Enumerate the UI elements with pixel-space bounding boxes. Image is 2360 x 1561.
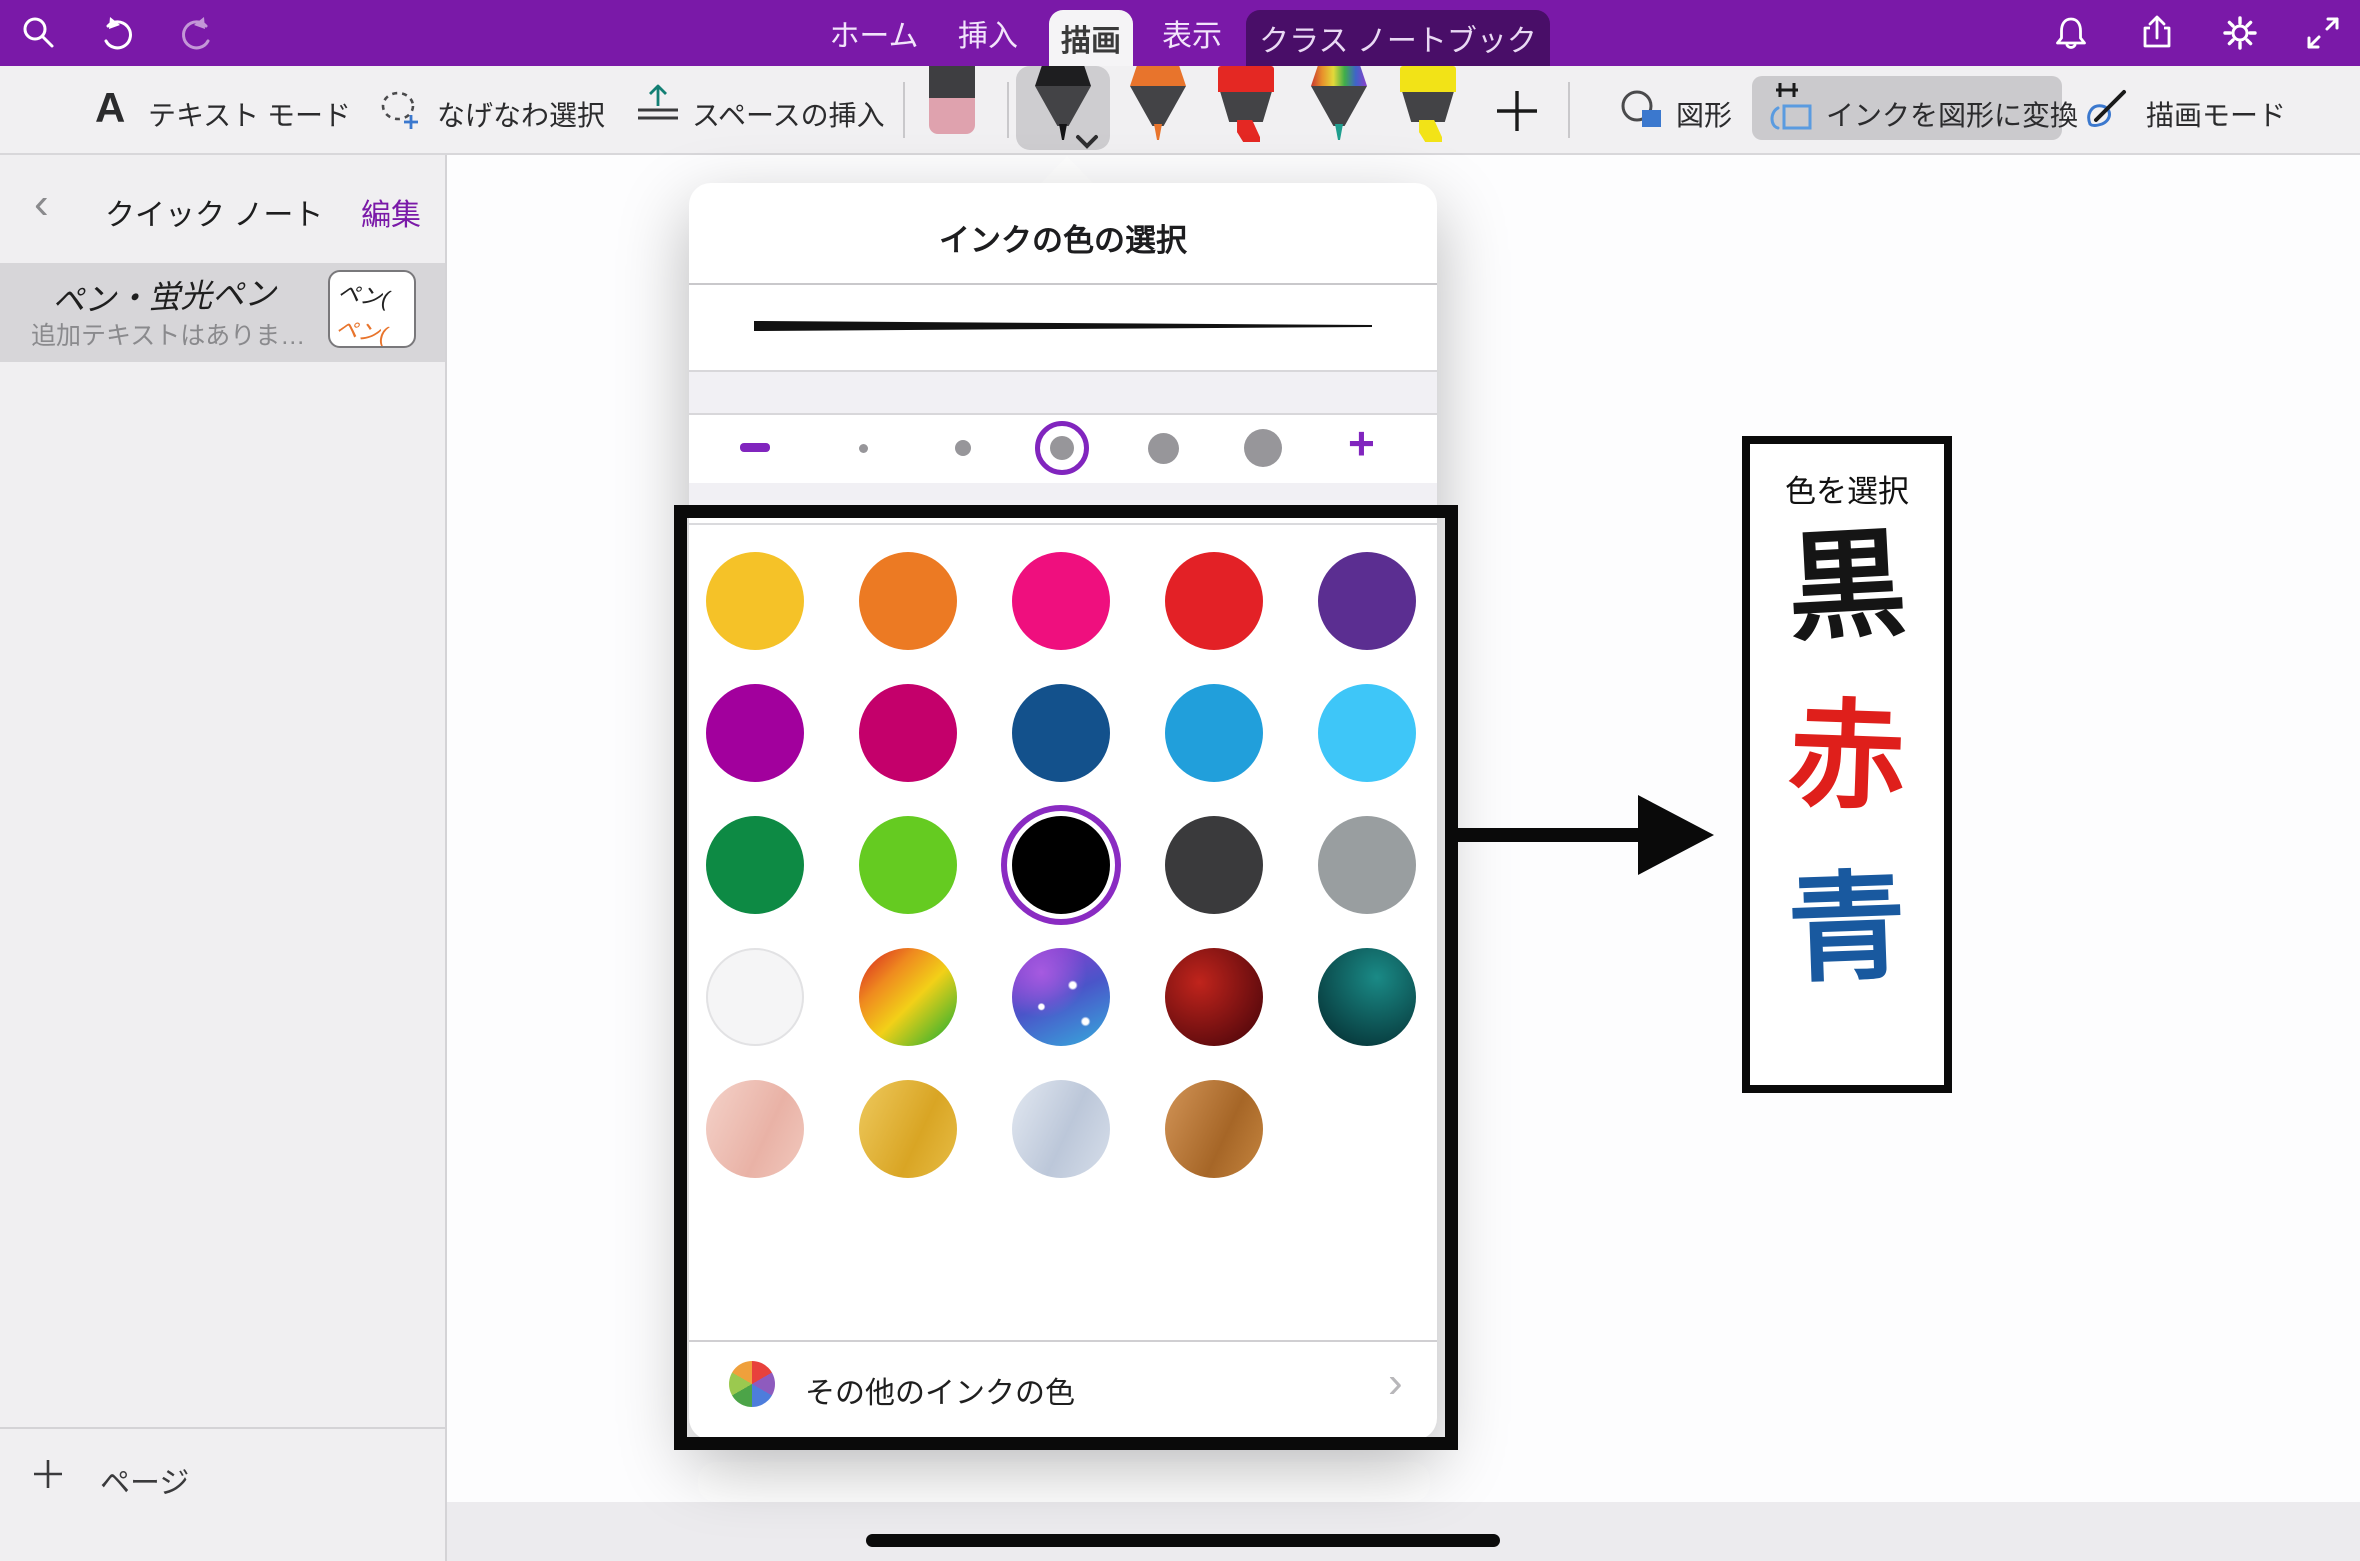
page-sidebar (0, 155, 447, 1561)
black-pen-part (1058, 124, 1068, 140)
draw-mode-icon[interactable] (2082, 84, 2134, 134)
search-icon[interactable] (20, 14, 58, 52)
home-indicator[interactable] (866, 1534, 1500, 1547)
note-title-handwritten: ペン・蛍光ペン (51, 268, 276, 322)
note-thumbnail: ペン( ペン( (328, 270, 416, 348)
expand-icon[interactable] (2304, 14, 2342, 52)
eraser-part (929, 98, 975, 134)
yellow-highlighter[interactable] (1400, 66, 1456, 140)
orange-pen-part (1130, 66, 1186, 86)
annotation-label-box: 色を選択 黒赤青 (1742, 436, 1952, 1093)
draw-mode-button[interactable]: 描画モード (2146, 94, 2286, 134)
thickness-option-1[interactable] (859, 444, 868, 453)
redo-icon[interactable] (178, 14, 216, 52)
note-snippet: 追加テキストはありま… (31, 316, 305, 352)
annotation-rectangle (674, 505, 1458, 1450)
galaxy-pen-part (1311, 66, 1367, 86)
thickness-option-2[interactable] (955, 440, 971, 456)
undo-icon[interactable] (98, 14, 136, 52)
notifications-icon[interactable] (2052, 14, 2090, 52)
popup-callout-arrow (1040, 156, 1094, 184)
eraser[interactable] (924, 66, 980, 140)
tab-挿入[interactable]: 挿入 (938, 0, 1038, 66)
popup-title: インクの色の選択 (689, 215, 1437, 260)
top-bar: ホーム挿入描画表示クラス ノートブック (0, 0, 2360, 66)
add-page-icon[interactable] (32, 1458, 64, 1490)
galaxy-pen-part (1311, 86, 1367, 126)
yellow-highlighter-part (1414, 120, 1442, 142)
thickness-option-5[interactable] (1244, 429, 1282, 467)
tab-描画[interactable]: 描画 (1049, 10, 1133, 66)
orange-pen-part (1130, 86, 1186, 126)
handwritten-赤: 赤 (1748, 695, 1946, 820)
annotation-arrow (1458, 828, 1642, 842)
red-highlighter-part (1218, 92, 1274, 122)
red-highlighter[interactable] (1218, 66, 1274, 140)
popup-divider (689, 283, 1437, 285)
insert-space-button[interactable]: スペースの挿入 (692, 94, 885, 134)
popup-band (689, 483, 1437, 505)
text-mode-icon: A (95, 84, 125, 132)
toolbar-separator (903, 82, 905, 138)
text-mode-button[interactable]: テキスト モード (148, 94, 351, 134)
annotation-box-title: 色を選択 (1750, 466, 1944, 511)
add-page-button[interactable]: ページ (100, 1458, 189, 1502)
onenote-app: ホーム挿入描画表示クラス ノートブック A テキスト (0, 0, 2360, 1561)
lasso-select-icon[interactable] (378, 88, 424, 132)
yellow-highlighter-part (1400, 66, 1456, 92)
thumb-ink-black: ペン( (336, 275, 391, 314)
tab-クラス ノートブック[interactable]: クラス ノートブック (1246, 10, 1550, 66)
tab-表示[interactable]: 表示 (1142, 0, 1242, 66)
popup-band (689, 370, 1437, 415)
orange-pen-part (1153, 124, 1163, 140)
toolbar-separator (1007, 82, 1009, 138)
lasso-select-button[interactable]: なげなわ選択 (437, 94, 605, 134)
red-highlighter-part (1232, 120, 1260, 142)
handwritten-青: 青 (1748, 867, 1946, 992)
shapes-button[interactable]: 図形 (1676, 94, 1732, 134)
toolbar-separator (1568, 82, 1570, 138)
ink-to-shape-label: インクを図形に変換 (1826, 94, 2078, 134)
pen-options-chevron-down-icon[interactable] (1072, 134, 1102, 150)
eraser-part (929, 66, 975, 98)
black-pen-part (1035, 86, 1091, 126)
shapes-icon[interactable] (1618, 86, 1666, 132)
black-pen-part (1035, 66, 1091, 86)
tab-ホーム[interactable]: ホーム (814, 0, 934, 66)
galaxy-pen[interactable] (1311, 66, 1367, 140)
popup-footer-sheet (698, 1462, 1430, 1502)
settings-icon[interactable] (2221, 14, 2259, 52)
thickness-increase-button[interactable]: + (1348, 420, 1375, 466)
share-icon[interactable] (2138, 14, 2176, 52)
galaxy-pen-part (1334, 124, 1344, 140)
thickness-selected-ring (1035, 421, 1089, 475)
bottom-sheet-backdrop (447, 1502, 2360, 1561)
thickness-option-4[interactable] (1148, 433, 1179, 464)
thumb-ink-orange: ペン( (334, 311, 389, 348)
black-pen[interactable] (1035, 66, 1091, 140)
sidebar-footer-divider (0, 1427, 447, 1429)
back-chevron-icon[interactable]: ‹ (34, 182, 49, 226)
sidebar-title: クイック ノート (105, 190, 323, 234)
red-highlighter-part (1218, 66, 1274, 92)
stroke-preview (754, 318, 1372, 334)
yellow-highlighter-part (1400, 92, 1456, 122)
minus-icon (740, 443, 770, 452)
annotation-arrow-head (1638, 795, 1714, 875)
orange-pen[interactable] (1130, 66, 1186, 140)
insert-space-icon[interactable] (632, 82, 684, 134)
edit-button[interactable]: 編集 (361, 190, 421, 234)
ink-to-shape-icon (1768, 80, 1820, 136)
handwritten-黒: 黒 (1747, 523, 1947, 651)
thickness-decrease-button[interactable] (740, 425, 776, 469)
add-pen-icon[interactable] (1494, 88, 1540, 134)
